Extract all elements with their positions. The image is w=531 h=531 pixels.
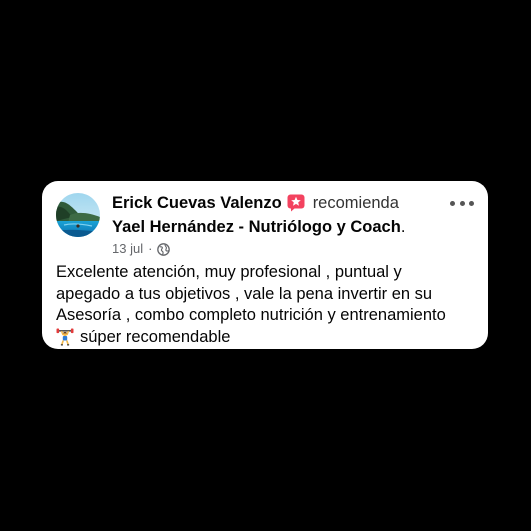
more-dot-icon (450, 200, 455, 206)
post-body-last-text: súper recomendable (80, 327, 231, 346)
post-header: Erick Cuevas Valenzo recomienda (112, 193, 399, 213)
weightlifter-emoji (56, 328, 74, 346)
recommend-star-icon (287, 194, 305, 212)
meta-separator: · (148, 241, 153, 256)
post-body-line: Asesoría , combo completo nutrición y en… (56, 306, 446, 324)
more-dot-icon (459, 200, 465, 206)
page-name-period: . (400, 218, 406, 236)
recommendation-card: Erick Cuevas Valenzo recomienda Yael Her… (42, 181, 488, 349)
globe-icon[interactable] (157, 242, 171, 256)
post-meta: 13 jul · (112, 241, 171, 257)
post-date-link[interactable]: 13 jul (112, 241, 143, 257)
post-body-line: apegado a tus objetivos , vale la pena i… (56, 284, 433, 303)
more-dot-icon (469, 200, 474, 206)
author-avatar[interactable] (56, 193, 100, 237)
recommended-page-line: Yael Hernández - Nutriólogo y Coach. (112, 217, 405, 237)
post-body-line: Excelente atención, muy profesional , pu… (56, 263, 402, 281)
more-options-button[interactable] (450, 195, 474, 211)
recommend-verb: recomienda (312, 194, 399, 212)
post-body: Excelente atención, muy profesional , pu… (56, 262, 481, 348)
recommended-page-link[interactable]: Yael Hernández - Nutriólogo y Coach (112, 218, 401, 236)
author-name-link[interactable]: Erick Cuevas Valenzo (112, 193, 282, 213)
post-body-last-line: súper recomendable (56, 327, 481, 349)
